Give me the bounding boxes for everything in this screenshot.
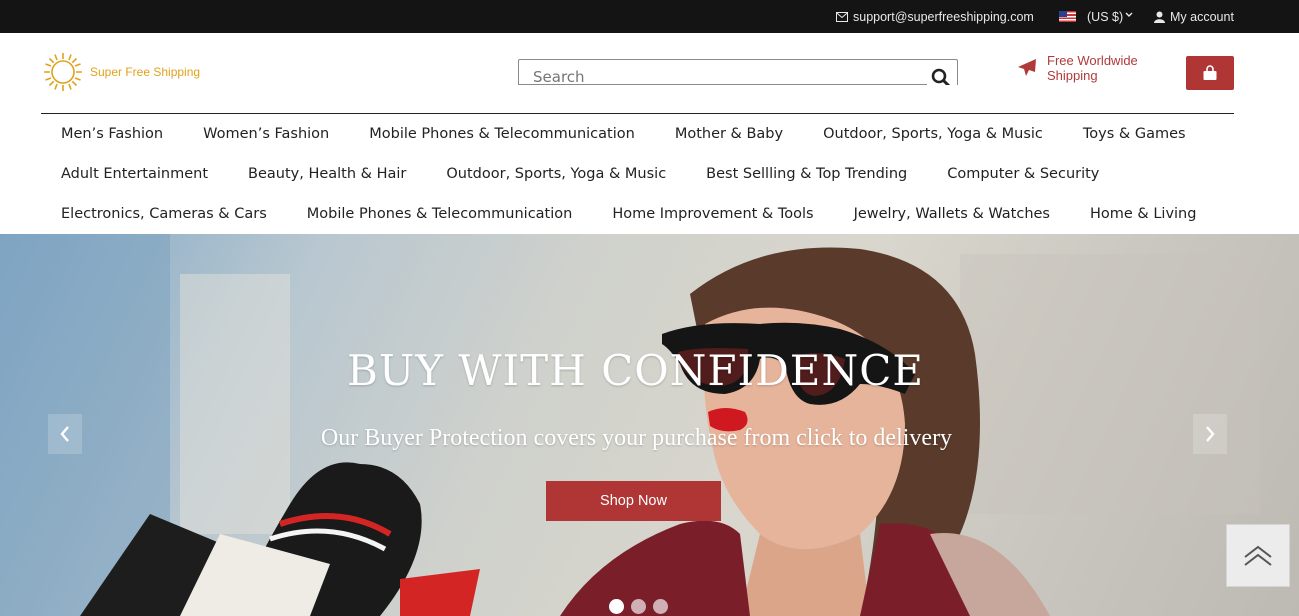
nav-item-outdoor-sports-2[interactable]: Outdoor, Sports, Yoga & Music [446, 166, 666, 182]
currency-selector[interactable]: (US $) [1059, 0, 1133, 33]
nav-item-adult-entertainment[interactable]: Adult Entertainment [61, 166, 208, 182]
slider-dot-1[interactable] [609, 599, 624, 614]
chevron-left-icon [60, 426, 69, 442]
free-shipping-badge[interactable]: Free Worldwide Shipping [1017, 53, 1138, 83]
nav-row-3: Electronics, Cameras & Cars Mobile Phone… [41, 194, 1234, 234]
nav-item-beauty-health[interactable]: Beauty, Health & Hair [248, 166, 406, 182]
my-account-label: My account [1170, 9, 1234, 24]
site-logo[interactable]: Super Free Shipping [42, 51, 200, 93]
search-icon[interactable] [931, 68, 951, 85]
shop-now-button[interactable]: Shop Now [546, 481, 721, 521]
user-icon [1154, 11, 1165, 23]
nav-item-mobile-phones-2[interactable]: Mobile Phones & Telecommunication [307, 206, 573, 222]
support-email-link[interactable]: support@superfreeshipping.com [836, 0, 1034, 33]
airplane-icon [1018, 59, 1036, 76]
nav-item-toys-games[interactable]: Toys & Games [1083, 126, 1186, 142]
hero-slider: BUY WITH CONFIDENCE Our Buyer Protection… [0, 234, 1299, 616]
shopping-bag-icon [1203, 65, 1217, 80]
nav-item-womens-fashion[interactable]: Women’s Fashion [203, 126, 329, 142]
us-flag-icon [1059, 11, 1076, 22]
hero-title: BUY WITH CONFIDENCE [346, 346, 925, 395]
search-box [518, 59, 958, 85]
slider-next-button[interactable] [1193, 414, 1227, 454]
nav-item-computer-security[interactable]: Computer & Security [947, 166, 1099, 182]
slider-dots [609, 599, 668, 614]
free-shipping-text: Free Worldwide Shipping [1047, 53, 1138, 83]
cart-button[interactable] [1186, 56, 1234, 90]
sun-logo-icon [44, 53, 82, 91]
nav-item-home-improvement[interactable]: Home Improvement & Tools [612, 206, 813, 222]
search-underline [519, 84, 927, 85]
site-header: Super Free Shipping Free Worldwide Shipp… [0, 33, 1299, 114]
shipping-line-1: Free Worldwide [1047, 53, 1138, 68]
shipping-line-2: Shipping [1047, 68, 1098, 83]
double-chevron-up-icon [1244, 545, 1272, 566]
nav-item-best-selling[interactable]: Best Sellling & Top Trending [706, 166, 907, 182]
nav-item-mother-baby[interactable]: Mother & Baby [675, 126, 783, 142]
top-bar: support@superfreeshipping.com (US $) My … [0, 0, 1299, 33]
slider-prev-button[interactable] [48, 414, 82, 454]
nav-item-outdoor-sports[interactable]: Outdoor, Sports, Yoga & Music [823, 126, 1043, 142]
nav-item-jewelry[interactable]: Jewelry, Wallets & Watches [854, 206, 1050, 222]
nav-item-mobile-phones[interactable]: Mobile Phones & Telecommunication [369, 126, 635, 142]
slider-dot-2[interactable] [631, 599, 646, 614]
chevron-right-icon [1206, 426, 1215, 442]
my-account-link[interactable]: My account [1154, 0, 1234, 33]
search-input[interactable] [533, 68, 913, 85]
chevron-down-icon [1125, 12, 1133, 17]
back-to-top-button[interactable] [1226, 524, 1290, 587]
envelope-icon [836, 11, 848, 22]
nav-row-1: Men’s Fashion Women’s Fashion Mobile Pho… [41, 114, 1234, 154]
nav-item-electronics[interactable]: Electronics, Cameras & Cars [61, 206, 267, 222]
hero-subtitle: Our Buyer Protection covers your purchas… [320, 425, 953, 451]
nav-item-home-living[interactable]: Home & Living [1090, 206, 1196, 222]
nav-item-mens-fashion[interactable]: Men’s Fashion [61, 126, 163, 142]
support-email: support@superfreeshipping.com [853, 9, 1034, 24]
slider-dot-3[interactable] [653, 599, 668, 614]
nav-row-2: Adult Entertainment Beauty, Health & Hai… [41, 154, 1234, 194]
currency-label: (US $) [1087, 9, 1124, 24]
logo-text: Super Free Shipping [90, 65, 201, 79]
category-nav: Men’s Fashion Women’s Fashion Mobile Pho… [41, 114, 1234, 234]
